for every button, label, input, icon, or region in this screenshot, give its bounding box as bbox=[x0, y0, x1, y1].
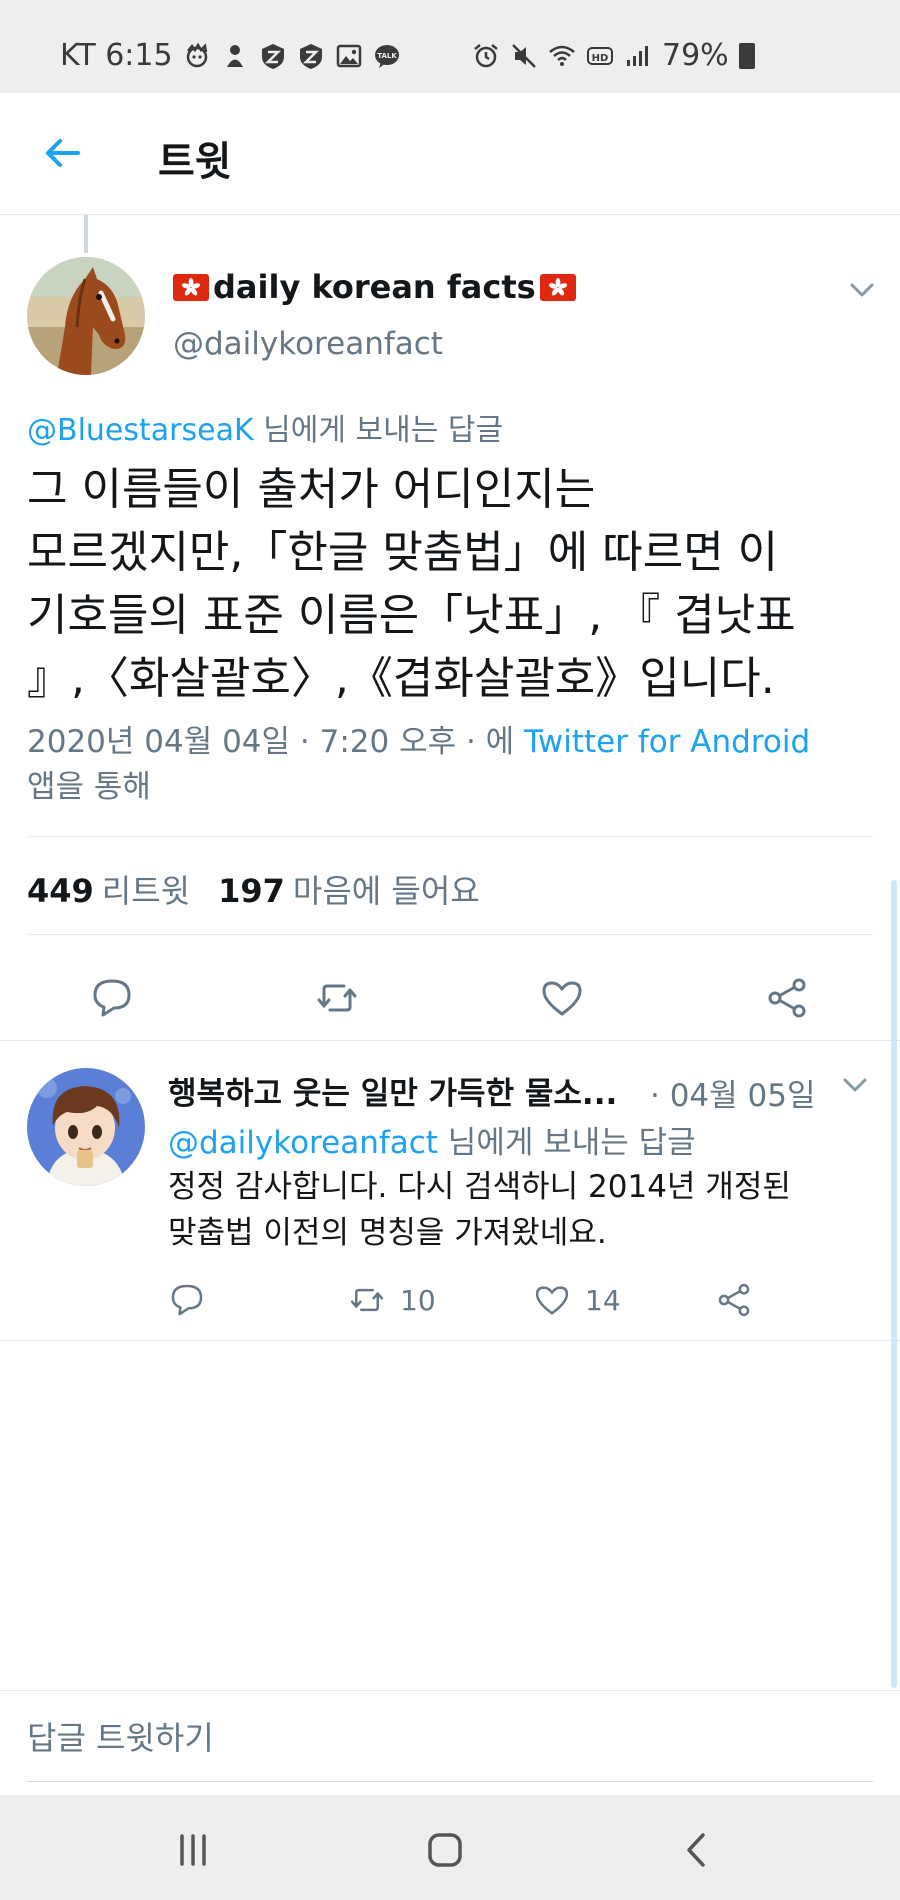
reply-text-line: 정정 감사합니다. 다시 검색하니 2014년 개정된 bbox=[168, 1169, 791, 1205]
reply-retweet-count: 10 bbox=[400, 1283, 436, 1317]
reply-context: @BluestarseaK 님에게 보내는 답글 bbox=[27, 405, 503, 449]
retweet-count: 449 bbox=[27, 872, 94, 910]
like-count: 197 bbox=[218, 872, 285, 910]
battery-percent: 79% bbox=[662, 38, 729, 73]
like-stat[interactable]: 197 마음에 들어요 bbox=[218, 866, 480, 912]
reply-options-button[interactable] bbox=[840, 1072, 870, 1098]
tweet-text-line: 모르겠지만,「한글 맞춤법」에 따르면 이 bbox=[27, 527, 779, 578]
reply-mention-link[interactable]: @BluestarseaK bbox=[27, 413, 254, 448]
reply-text-line: 맞춥법 이전의 명칭을 가져왔네요. bbox=[168, 1215, 607, 1251]
kakaotalk-icon: TALK bbox=[373, 42, 401, 70]
section-separator bbox=[0, 1340, 900, 1341]
heart-icon bbox=[542, 981, 582, 1016]
retweet-stat[interactable]: 449 리트윗 bbox=[27, 866, 190, 912]
signal-icon bbox=[624, 42, 652, 70]
wifi-icon bbox=[548, 42, 576, 70]
reply-icon bbox=[171, 1284, 203, 1316]
carrier-time: KT 6:15 bbox=[60, 38, 173, 73]
compose-bar: 답글 트윗하기 bbox=[0, 1690, 900, 1790]
anime-app-icon bbox=[183, 42, 211, 70]
display-name[interactable]: daily korean facts bbox=[173, 268, 576, 306]
tweet-stats: 449 리트윗 197 마음에 들어요 bbox=[27, 866, 480, 912]
thread-line bbox=[84, 215, 88, 253]
gallery-icon bbox=[335, 42, 363, 70]
status-bar-right: HD 79% bbox=[472, 38, 755, 73]
battery-icon bbox=[738, 42, 755, 69]
status-bar: KT 6:15 TALK HD 79% bbox=[0, 0, 900, 93]
reply-avatar[interactable] bbox=[27, 1068, 145, 1186]
share-icon bbox=[718, 1283, 750, 1317]
reply-actions: 10 14 bbox=[0, 1275, 900, 1325]
anime-avatar-icon bbox=[27, 1068, 145, 1186]
tweet-text-line: 기호들의 표준 이름은「낫표」, 『 겹낫표 bbox=[27, 590, 796, 641]
mute-icon bbox=[510, 42, 538, 70]
reply-context-suffix: 님에게 보내는 답글 bbox=[437, 1125, 696, 1161]
divider bbox=[27, 836, 873, 837]
reply-icon bbox=[93, 979, 131, 1017]
reply-like-count: 14 bbox=[585, 1283, 621, 1317]
tweet-actions bbox=[0, 958, 900, 1038]
reply-compose-input[interactable]: 답글 트윗하기 bbox=[27, 1713, 214, 1759]
share-icon bbox=[768, 978, 806, 1018]
reply-context-suffix: 님에게 보내는 답글 bbox=[253, 413, 504, 448]
recent-apps-button[interactable] bbox=[163, 1820, 223, 1880]
hd-icon: HD bbox=[586, 42, 614, 70]
reply-text: 정정 감사합니다. 다시 검색하니 2014년 개정된 맞춥법 이전의 명칭을 … bbox=[168, 1164, 868, 1256]
tweet-text-line: 그 이름들이 출처가 어디인지는 bbox=[27, 464, 596, 515]
chevron-down-icon bbox=[850, 283, 874, 297]
retweet-button[interactable] bbox=[307, 968, 367, 1028]
tweet-meta-suffix: 앱을 통해 bbox=[27, 769, 151, 805]
status-bar-left: KT 6:15 TALK bbox=[60, 38, 401, 73]
like-button[interactable] bbox=[532, 968, 592, 1028]
back-arrow-icon bbox=[46, 139, 80, 167]
display-name-text: daily korean facts bbox=[213, 268, 536, 306]
system-nav-bar bbox=[0, 1795, 900, 1900]
system-back-button[interactable] bbox=[667, 1820, 727, 1880]
tweet-timestamp: 2020년 04월 04일 · 7:20 오후 · 에 bbox=[27, 724, 525, 760]
share-button[interactable] bbox=[757, 968, 817, 1028]
svg-text:TALK: TALK bbox=[377, 52, 397, 60]
chevron-down-icon bbox=[843, 1078, 867, 1092]
reply-share-button[interactable] bbox=[715, 1275, 753, 1325]
tweet-text: 그 이름들이 출처가 어디인지는 모르겠지만,「한글 맞춤법」에 따르면 이 기… bbox=[27, 458, 877, 710]
retweet-label: 리트윗 bbox=[101, 872, 191, 910]
chevron-left-icon bbox=[687, 1833, 705, 1867]
recent-apps-icon bbox=[180, 1834, 206, 1866]
compose-underline bbox=[27, 1781, 873, 1782]
alarm-icon bbox=[472, 42, 500, 70]
reply-like-button[interactable]: 14 bbox=[533, 1275, 621, 1325]
source-app-link[interactable]: Twitter for Android bbox=[524, 724, 810, 760]
reply-mention-link[interactable]: @dailykoreanfact bbox=[168, 1125, 438, 1161]
tweet-options-button[interactable] bbox=[846, 276, 878, 304]
home-icon bbox=[428, 1833, 462, 1867]
hong-kong-flag-icon bbox=[173, 273, 209, 301]
svg-text:HD: HD bbox=[592, 53, 609, 64]
retweet-icon bbox=[317, 984, 357, 1012]
reply-button[interactable] bbox=[82, 968, 142, 1028]
scrollbar[interactable] bbox=[891, 880, 897, 1688]
like-label: 마음에 들어요 bbox=[292, 872, 480, 910]
username[interactable]: @dailykoreanfact bbox=[173, 326, 443, 362]
horse-avatar-icon bbox=[27, 257, 145, 375]
back-button[interactable] bbox=[36, 127, 88, 179]
divider bbox=[27, 934, 873, 935]
retweet-icon bbox=[350, 1288, 384, 1312]
reply-context: @dailykoreanfact 님에게 보내는 답글 bbox=[168, 1117, 696, 1162]
heart-icon bbox=[535, 1286, 569, 1315]
reply-display-name[interactable]: 행복하고 웃는 일만 가득한 물소... bbox=[168, 1068, 617, 1113]
game-app-icon bbox=[221, 42, 249, 70]
home-button[interactable] bbox=[415, 1820, 475, 1880]
page-title: 트윗 bbox=[158, 139, 232, 185]
avatar[interactable] bbox=[27, 257, 145, 375]
shield-app-icon bbox=[259, 42, 287, 70]
tweet-meta: 2020년 04월 04일 · 7:20 오후 · 에 Twitter for … bbox=[27, 720, 877, 810]
app-header: 트윗 bbox=[0, 93, 900, 215]
tweet-text-line: 』,〈화살괄호〉,《겹화살괄호》입니다. bbox=[27, 653, 775, 704]
reply-retweet-button[interactable]: 10 bbox=[348, 1275, 436, 1325]
reply-date: · 04월 05일 bbox=[650, 1078, 816, 1114]
reply-reply-button[interactable] bbox=[168, 1275, 206, 1325]
shield-app-icon-2 bbox=[297, 42, 325, 70]
section-separator bbox=[0, 1040, 900, 1041]
hong-kong-flag-icon-2 bbox=[539, 273, 576, 301]
